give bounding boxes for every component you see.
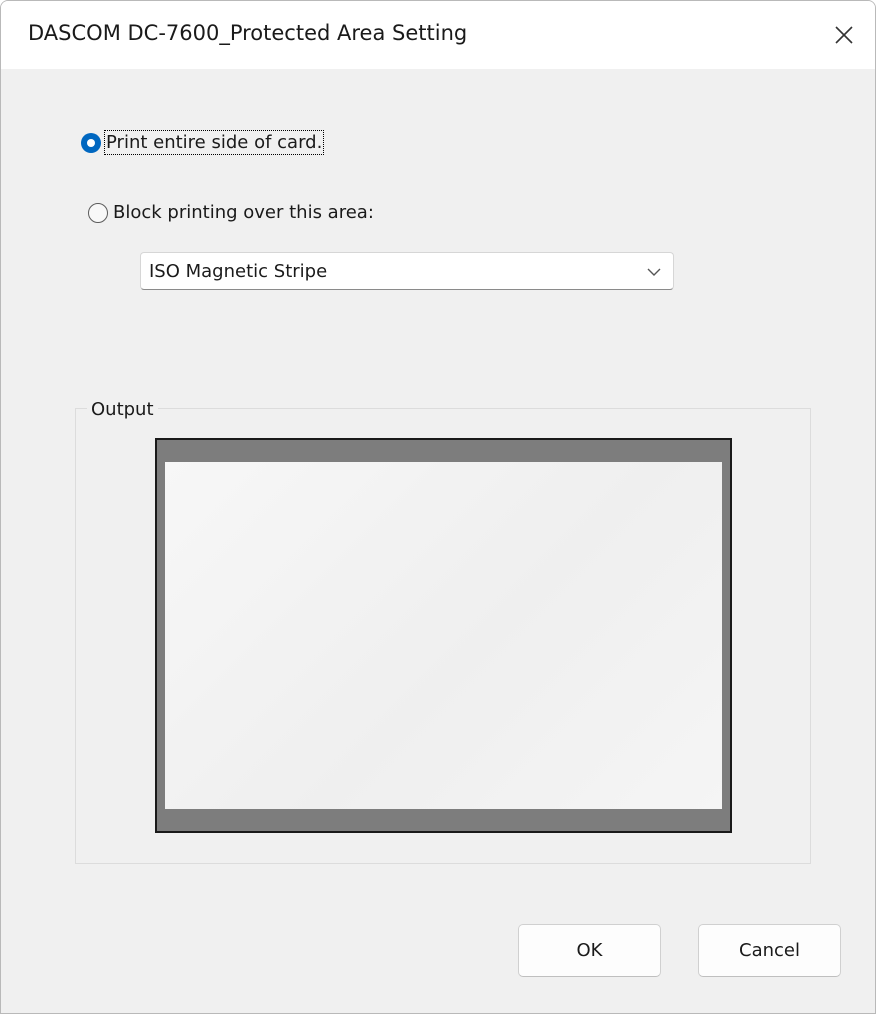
radio-block-printing[interactable]: Block printing over this area: [88,201,375,224]
radio-label-block-printing: Block printing over this area: [113,202,374,223]
dialog-title: DASCOM DC-7600_Protected Area Setting [28,21,468,45]
protected-area-dialog: DASCOM DC-7600_Protected Area Setting Pr… [0,0,876,1014]
card-preview [155,438,732,833]
close-button[interactable] [813,1,875,69]
card-printable-area [165,462,722,809]
ok-button[interactable]: OK [518,924,661,977]
title-bar: DASCOM DC-7600_Protected Area Setting [1,1,875,69]
radio-button-checked[interactable] [81,132,101,153]
chevron-down-icon [647,268,661,276]
cancel-button[interactable]: Cancel [698,924,841,977]
radio-button-unchecked[interactable] [88,202,108,223]
radio-print-entire-side[interactable]: Print entire side of card. [81,130,325,155]
output-group-title: Output [87,399,158,420]
protected-area-dropdown[interactable]: ISO Magnetic Stripe [140,252,674,290]
radio-label-print-entire: Print entire side of card. [103,130,325,155]
close-icon [835,26,853,44]
dropdown-selected-value: ISO Magnetic Stripe [149,261,328,282]
